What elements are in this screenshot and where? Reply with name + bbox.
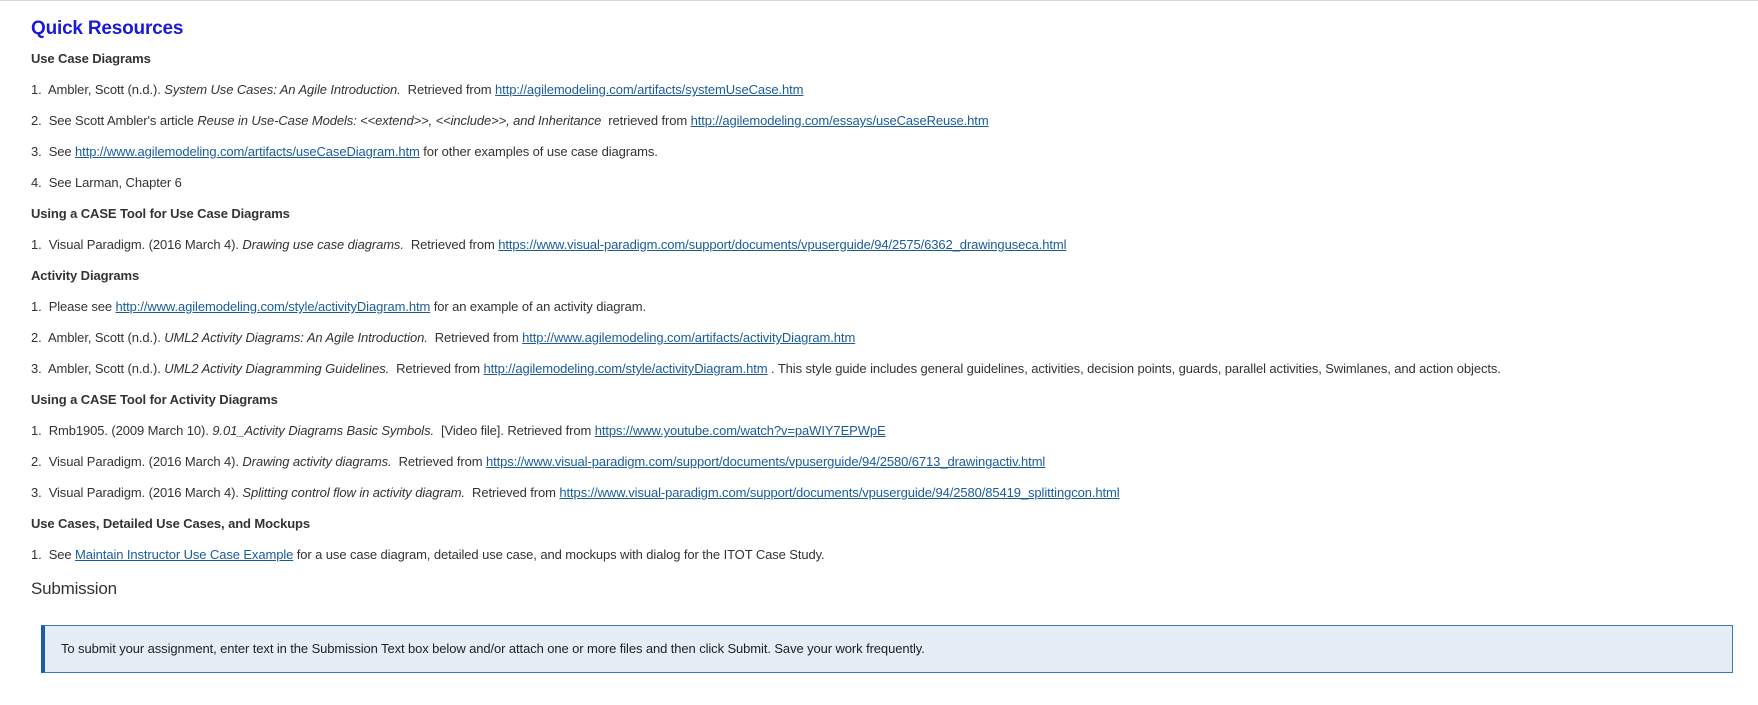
item-number: 1. bbox=[31, 82, 42, 97]
item-number: 4. bbox=[31, 175, 42, 190]
submission-title: Submission bbox=[31, 579, 117, 598]
item-retrieved: Retrieved from bbox=[398, 454, 483, 469]
resources-content: Quick Resources Use Case Diagrams 1. Ambl… bbox=[31, 15, 1731, 604]
reference-link[interactable]: Maintain Instructor Use Case Example bbox=[75, 547, 293, 562]
item-title: Reuse in Use-Case Models: <<extend>>, <<… bbox=[197, 113, 602, 128]
reference-item: 2. Visual Paradigm. (2016 March 4). Draw… bbox=[31, 446, 1731, 477]
reference-item: 2. See Scott Ambler's article Reuse in U… bbox=[31, 105, 1731, 136]
reference-item: 1. Please see http://www.agilemodeling.c… bbox=[31, 291, 1731, 322]
item-prefix: Ambler, Scott (n.d.). bbox=[47, 361, 161, 376]
item-retrieved: Retrieved from bbox=[434, 330, 519, 345]
item-retrieved: Retrieved from bbox=[396, 361, 480, 376]
reference-link[interactable]: http://agilemodeling.com/artifacts/syste… bbox=[495, 82, 803, 97]
reference-link[interactable]: http://www.agilemodeling.com/artifacts/u… bbox=[75, 144, 420, 159]
item-number: 2. bbox=[31, 454, 42, 469]
item-retrieved: retrieved from bbox=[608, 113, 688, 128]
item-retrieved: Retrieved from bbox=[407, 82, 492, 97]
item-number: 1. bbox=[31, 547, 42, 562]
quick-resources-title: Quick Resources bbox=[31, 18, 184, 39]
item-number: 3. bbox=[31, 144, 42, 159]
reference-link[interactable]: https://www.visual-paradigm.com/support/… bbox=[498, 237, 1066, 252]
item-number: 2. bbox=[31, 113, 42, 128]
reference-link[interactable]: http://www.agilemodeling.com/style/activ… bbox=[116, 299, 431, 314]
item-prefix: Ambler, Scott (n.d.). bbox=[47, 82, 161, 97]
item-title: UML2 Activity Diagramming Guidelines. bbox=[164, 361, 390, 376]
item-retrieved: [Video file]. Retrieved from bbox=[441, 423, 592, 438]
top-divider bbox=[0, 0, 1758, 1]
reference-link[interactable]: https://www.visual-paradigm.com/support/… bbox=[559, 485, 1119, 500]
section-heading: Activity Diagrams bbox=[31, 268, 140, 283]
item-prefix: Visual Paradigm. (2016 March 4). bbox=[48, 485, 239, 500]
item-title: System Use Cases: An Agile Introduction. bbox=[164, 82, 401, 97]
item-number: 3. bbox=[31, 485, 42, 500]
reference-link[interactable]: https://www.youtube.com/watch?v=paWIY7EP… bbox=[595, 423, 886, 438]
item-title: UML2 Activity Diagrams: An Agile Introdu… bbox=[164, 330, 428, 345]
reference-item: 1. Ambler, Scott (n.d.). System Use Case… bbox=[31, 74, 1731, 105]
section-heading: Using a CASE Tool for Use Case Diagrams bbox=[31, 206, 290, 221]
item-prefix: Rmb1905. (2009 March 10). bbox=[48, 423, 209, 438]
item-title: Drawing activity diagrams. bbox=[242, 454, 392, 469]
item-number: 1. bbox=[31, 299, 42, 314]
item-prefix: Visual Paradigm. (2016 March 4). bbox=[48, 237, 239, 252]
reference-link[interactable]: http://agilemodeling.com/essays/useCaseR… bbox=[691, 113, 989, 128]
submission-notice: To submit your assignment, enter text in… bbox=[41, 625, 1733, 673]
resource-sections: Use Case Diagrams 1. Ambler, Scott (n.d.)… bbox=[31, 43, 1731, 570]
section-heading: Use Case Diagrams bbox=[31, 51, 151, 66]
reference-item: 1. Visual Paradigm. (2016 March 4). Draw… bbox=[31, 229, 1731, 260]
item-retrieved: Retrieved from bbox=[472, 485, 556, 500]
item-prefix: Ambler, Scott (n.d.). bbox=[47, 330, 161, 345]
item-prefix: See bbox=[48, 547, 76, 562]
reference-item: 2. Ambler, Scott (n.d.). UML2 Activity D… bbox=[31, 322, 1731, 353]
item-suffix: for an example of an activity diagram. bbox=[433, 299, 646, 314]
item-prefix: See Scott Ambler's article bbox=[48, 113, 194, 128]
item-title: Drawing use case diagrams. bbox=[242, 237, 404, 252]
reference-item: 3. See http://www.agilemodeling.com/arti… bbox=[31, 136, 1731, 167]
reference-item: 1. Rmb1905. (2009 March 10). 9.01_Activi… bbox=[31, 415, 1731, 446]
item-retrieved: Retrieved from bbox=[410, 237, 495, 252]
reference-item: 3. Ambler, Scott (n.d.). UML2 Activity D… bbox=[31, 353, 1731, 384]
section-heading: Using a CASE Tool for Activity Diagrams bbox=[31, 392, 278, 407]
item-prefix: Visual Paradigm. (2016 March 4). bbox=[48, 454, 239, 469]
item-suffix: for other examples of use case diagrams. bbox=[423, 144, 658, 159]
item-number: 2. bbox=[31, 330, 42, 345]
reference-link[interactable]: http://agilemodeling.com/style/activityD… bbox=[484, 361, 768, 376]
submission-notice-text: To submit your assignment, enter text in… bbox=[61, 641, 925, 656]
item-number: 1. bbox=[31, 237, 42, 252]
reference-item: 4. See Larman, Chapter 6 bbox=[31, 167, 1731, 198]
item-suffix: for a use case diagram, detailed use cas… bbox=[296, 547, 825, 562]
reference-item: 3. Visual Paradigm. (2016 March 4). Spli… bbox=[31, 477, 1731, 508]
item-prefix: See bbox=[48, 144, 72, 159]
item-suffix: . This style guide includes general guid… bbox=[771, 361, 1501, 376]
section-heading: Use Cases, Detailed Use Cases, and Mocku… bbox=[31, 516, 311, 531]
item-prefix: See Larman, Chapter 6 bbox=[48, 175, 182, 190]
reference-link[interactable]: http://www.agilemodeling.com/artifacts/a… bbox=[522, 330, 855, 345]
item-number: 3. bbox=[31, 361, 42, 376]
reference-item: 1. See Maintain Instructor Use Case Exam… bbox=[31, 539, 1731, 570]
reference-link[interactable]: https://www.visual-paradigm.com/support/… bbox=[486, 454, 1045, 469]
item-prefix: Please see bbox=[48, 299, 113, 314]
item-title: Splitting control flow in activity diagr… bbox=[242, 485, 465, 500]
item-title: 9.01_Activity Diagrams Basic Symbols. bbox=[212, 423, 435, 438]
item-number: 1. bbox=[31, 423, 42, 438]
